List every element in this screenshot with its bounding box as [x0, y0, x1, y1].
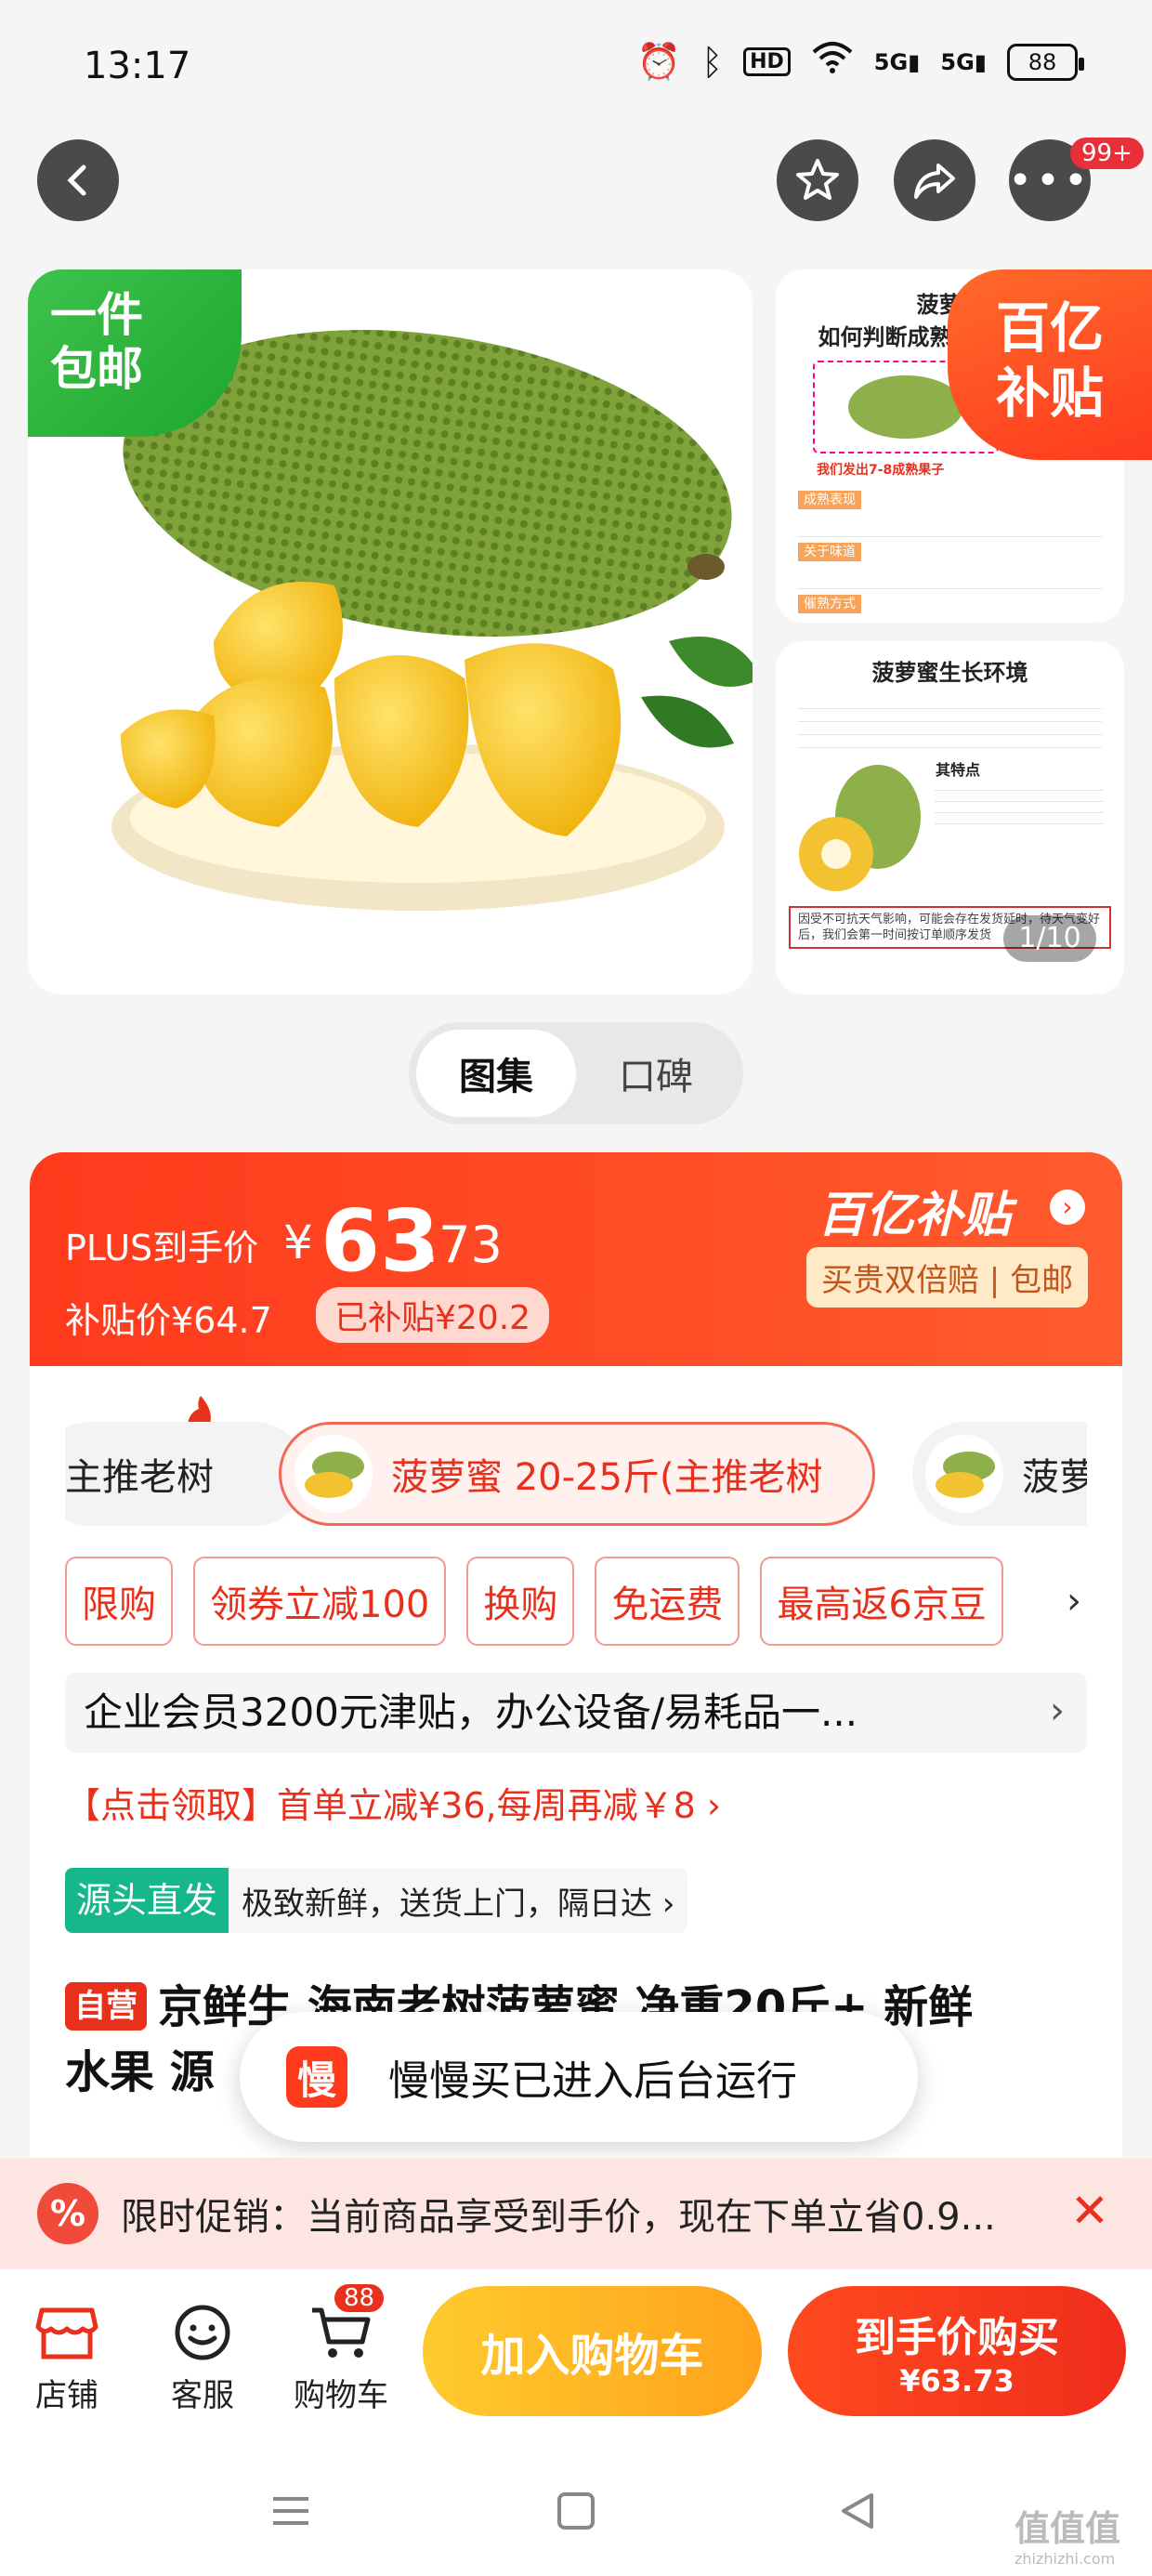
- close-icon[interactable]: ✕: [1070, 2184, 1109, 2238]
- discount-icon: %: [37, 2183, 98, 2244]
- shop-icon: [11, 2295, 123, 2370]
- limited-promo-bar[interactable]: % 限时促销：当前商品享受到手价，现在下单立省0.9...: [0, 2158, 1152, 2269]
- watermark-url: zhizhizhi.com: [1015, 2550, 1116, 2568]
- plus-price-label: PLUS到手价: [65, 1228, 259, 1268]
- spec-thumb-icon: [925, 1435, 1003, 1513]
- home-icon[interactable]: [555, 2486, 597, 2544]
- side2-title: 菠萝蜜生长环境: [871, 660, 1028, 686]
- cart-count-badge: 88: [333, 2282, 386, 2314]
- gallery-tabs: 图集 口碑: [409, 1022, 743, 1124]
- price-integer: 63: [321, 1191, 440, 1291]
- side1-section-1: 成熟表现: [798, 491, 861, 509]
- buy-now-button[interactable]: 到手价购买 ¥63.73: [788, 2286, 1126, 2416]
- enterprise-member-row[interactable]: 企业会员3200元津贴，办公设备/易耗品一...: [65, 1673, 1087, 1753]
- tab-reviews[interactable]: 口碑: [576, 1030, 736, 1117]
- back-button[interactable]: [37, 139, 119, 221]
- status-icons: ⏰ ᛒ HD 5G▮ 5G▮ 88: [636, 41, 1084, 83]
- price-yen: ¥: [283, 1216, 313, 1269]
- chevron-right-icon: ›: [1050, 1689, 1065, 1732]
- spec-chip-3[interactable]: 菠萝: [912, 1422, 1087, 1526]
- tab-gallery[interactable]: 图集: [416, 1030, 576, 1117]
- subsidy-badge: 已补贴¥20.2: [316, 1287, 550, 1343]
- spec-chip-2[interactable]: 菠萝蜜 20-25斤(主推老树: [279, 1422, 875, 1526]
- billion-subsidy-link[interactable]: 百亿补贴: [818, 1176, 1011, 1245]
- subsidy-price: 补贴价¥64.7: [65, 1300, 272, 1341]
- share-button[interactable]: [894, 139, 975, 221]
- menu-icon[interactable]: [269, 2486, 312, 2544]
- side2-subtitle: 其特点: [936, 761, 981, 779]
- spec-thumb-icon: [295, 1435, 373, 1513]
- add-to-cart-button[interactable]: 加入购物车: [423, 2286, 762, 2416]
- cart-button[interactable]: 购物车: [281, 2295, 401, 2415]
- source-text: 极致新鲜，送货上门，隔日达 ›: [242, 1885, 675, 1923]
- signal-icon-2: 5G▮: [940, 48, 987, 75]
- spec-chip-1[interactable]: 主推老树: [65, 1422, 307, 1526]
- bybt-line2: 补贴: [995, 361, 1104, 425]
- bluetooth-icon: ᛒ: [701, 41, 724, 83]
- buy-now-price: ¥63.73: [899, 2363, 1015, 2399]
- source-direct-row[interactable]: 源头直发 极致新鲜，送货上门，隔日达 ›: [65, 1868, 688, 1933]
- toast-text: 慢慢买已进入后台运行: [388, 2057, 797, 2105]
- shop-button[interactable]: 店铺: [11, 2295, 123, 2415]
- spec-chip-1-label: 主推老树: [65, 1456, 214, 1499]
- share-icon: [914, 164, 955, 199]
- billion-subsidy-tag: 百亿 补贴: [948, 269, 1152, 460]
- notification-badge: 99+: [1070, 138, 1144, 169]
- back-nav-icon[interactable]: [836, 2486, 879, 2544]
- chevron-left-icon: [67, 164, 86, 196]
- source-badge: 源头直发: [65, 1868, 229, 1933]
- tag-exchange[interactable]: 换购: [466, 1557, 575, 1646]
- battery-icon: 88: [1007, 43, 1084, 81]
- gallery-pager: 1/10: [1003, 915, 1096, 962]
- side1-section-3: 催熟方式: [798, 595, 861, 613]
- buy-now-label: 到手价购买: [855, 2314, 1059, 2361]
- app-icon: 慢: [286, 2046, 347, 2108]
- tag-free-shipping[interactable]: 免运费: [595, 1557, 740, 1646]
- signal-icon-1: 5G▮: [873, 48, 921, 75]
- star-icon: [796, 159, 839, 200]
- price-decimal: .73: [423, 1216, 503, 1274]
- hd-icon: HD: [743, 47, 791, 76]
- service-label: 客服: [171, 2377, 234, 2414]
- title-line2: 水果 源: [65, 2046, 215, 2098]
- tag-jd-beans[interactable]: 最高返6京豆: [760, 1557, 1003, 1646]
- promo-text: 限时促销：当前商品享受到手价，现在下单立省0.9...: [121, 2196, 996, 2239]
- cart-label: 购物车: [294, 2377, 388, 2414]
- guarantee-badge: 买贵双倍赔 | 包邮: [806, 1247, 1089, 1308]
- chat-icon: [147, 2295, 258, 2370]
- tags-more-icon[interactable]: ›: [1067, 1580, 1081, 1623]
- bybt-line1: 百亿: [995, 296, 1104, 360]
- favorite-button[interactable]: [777, 139, 858, 221]
- promo-tags: 限购 领券立减100 换购 免运费 最高返6京豆: [65, 1557, 1003, 1646]
- side2-jackfruit-image: [799, 765, 921, 891]
- spec-selector: 主推老树 菠萝蜜 20-25斤(主推老树 菠萝: [65, 1422, 1087, 1533]
- background-running-toast: 慢 慢慢买已进入后台运行: [240, 2012, 918, 2142]
- first-order-coupon-link[interactable]: 【点击领取】首单立减¥36,每周再减￥8 ›: [65, 1777, 721, 1828]
- wifi-icon: [811, 41, 854, 83]
- self-operated-badge: 自营: [65, 1982, 147, 2031]
- service-button[interactable]: 客服: [147, 2295, 258, 2415]
- shop-label: 店铺: [35, 2377, 98, 2414]
- free-ship-line2: 包邮: [50, 342, 143, 396]
- spec-chip-2-label: 菠萝蜜 20-25斤(主推老树: [391, 1456, 823, 1499]
- side1-section-2: 关于味道: [798, 543, 861, 561]
- status-time: 13:17: [84, 45, 191, 87]
- watermark-logo: 值值值: [1015, 2508, 1121, 2549]
- alarm-icon: ⏰: [636, 41, 682, 82]
- free-ship-line1: 一件: [50, 288, 143, 342]
- tag-limit[interactable]: 限购: [65, 1557, 173, 1646]
- spec-chip-3-label: 菠萝: [1022, 1456, 1087, 1499]
- chevron-right-icon[interactable]: ›: [1050, 1189, 1085, 1225]
- tag-coupon[interactable]: 领券立减100: [193, 1557, 447, 1646]
